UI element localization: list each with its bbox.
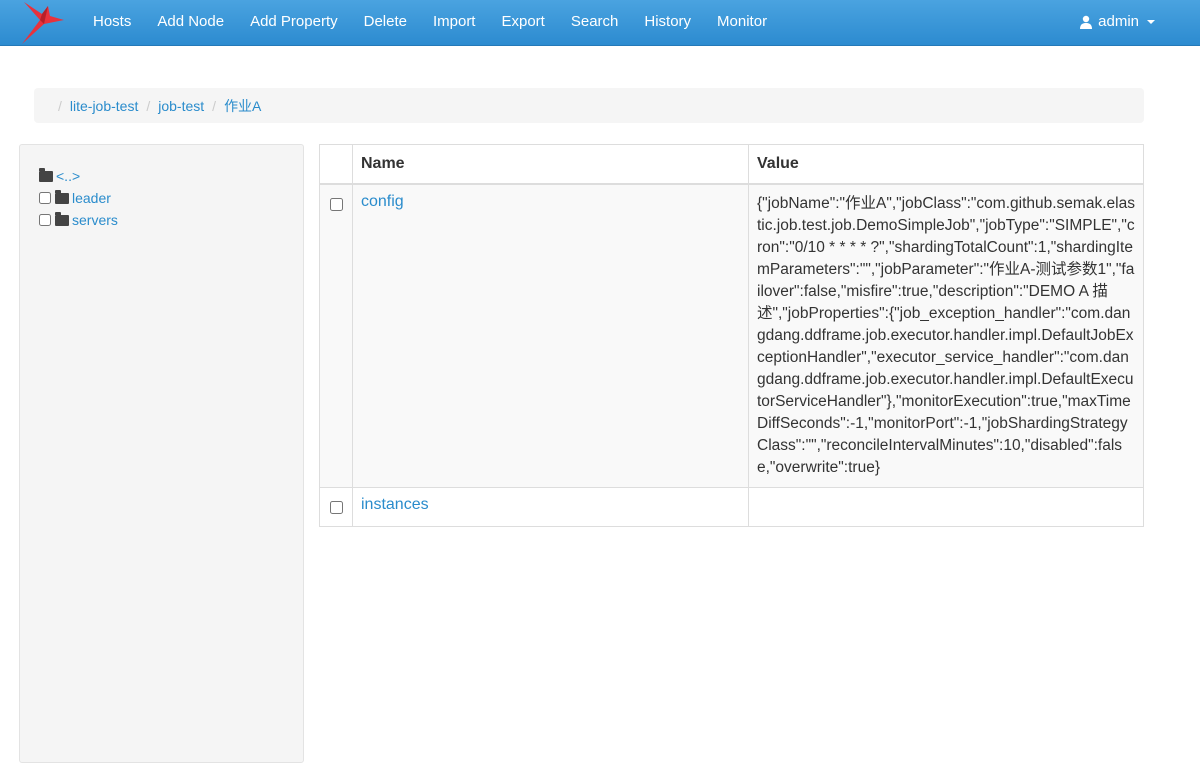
nav-add-node[interactable]: Add Node — [144, 0, 237, 46]
table-row: instances — [319, 487, 1144, 527]
bird-logo-icon[interactable] — [20, 0, 66, 46]
table-header-row: Name Value — [319, 144, 1144, 185]
tree-checkbox-servers[interactable] — [39, 214, 51, 226]
name-cell: instances — [352, 487, 749, 527]
nav-add-property[interactable]: Add Property — [237, 0, 351, 46]
nav-import[interactable]: Import — [420, 0, 489, 46]
header-check-cell — [319, 144, 353, 185]
row-checkbox-config[interactable] — [330, 198, 343, 211]
breadcrumb: / lite-job-test / job-test / 作业A — [34, 88, 1144, 123]
breadcrumb-separator: / — [58, 97, 62, 114]
breadcrumb-separator: / — [212, 97, 217, 114]
name-cell: config — [352, 183, 749, 488]
nav-search[interactable]: Search — [558, 0, 632, 46]
nav-delete[interactable]: Delete — [351, 0, 420, 46]
breadcrumb-item-job-test[interactable]: job-test — [158, 98, 204, 114]
property-value-config: {"jobName":"作业A","jobClass":"com.github.… — [757, 195, 1135, 476]
property-link-config[interactable]: config — [361, 193, 404, 210]
node-tree-panel: <..> leader servers — [19, 144, 304, 763]
value-cell: {"jobName":"作业A","jobClass":"com.github.… — [748, 183, 1144, 488]
breadcrumb-item-current[interactable]: 作业A — [224, 96, 261, 116]
nav-history[interactable]: History — [631, 0, 704, 46]
breadcrumb-separator: / — [146, 97, 151, 114]
nav-monitor[interactable]: Monitor — [704, 0, 780, 46]
folder-icon — [55, 211, 69, 226]
value-cell — [748, 487, 1144, 527]
nav-hosts[interactable]: Hosts — [80, 0, 144, 46]
chevron-down-icon — [1147, 20, 1155, 24]
property-table: Name Value config {"jobName":"作业A","jobC… — [319, 144, 1144, 527]
folder-icon — [55, 189, 69, 204]
user-name: admin — [1098, 13, 1139, 30]
header-value: Value — [748, 144, 1144, 185]
row-checkbox-instances[interactable] — [330, 501, 343, 514]
top-navbar: Hosts Add Node Add Property Delete Impor… — [0, 0, 1200, 46]
tree-link-leader[interactable]: leader — [72, 190, 111, 206]
tree-item-servers: servers — [39, 209, 118, 231]
tree-link-servers[interactable]: servers — [72, 212, 118, 228]
tree-parent-link[interactable]: <..> — [56, 168, 80, 184]
row-check-cell — [319, 487, 353, 527]
folder-icon — [39, 167, 53, 182]
tree-checkbox-leader[interactable] — [39, 192, 51, 204]
table-row: config {"jobName":"作业A","jobClass":"com.… — [319, 183, 1144, 488]
node-tree: <..> leader servers — [39, 165, 118, 231]
tree-item-parent: <..> — [39, 165, 118, 187]
user-icon — [1080, 15, 1093, 29]
header-name: Name — [352, 144, 749, 185]
user-menu[interactable]: admin — [1079, 0, 1155, 44]
row-check-cell — [319, 183, 353, 488]
property-link-instances[interactable]: instances — [361, 496, 429, 513]
tree-item-leader: leader — [39, 187, 118, 209]
breadcrumb-item-lite-job-test[interactable]: lite-job-test — [70, 98, 138, 114]
nav-export[interactable]: Export — [488, 0, 557, 46]
